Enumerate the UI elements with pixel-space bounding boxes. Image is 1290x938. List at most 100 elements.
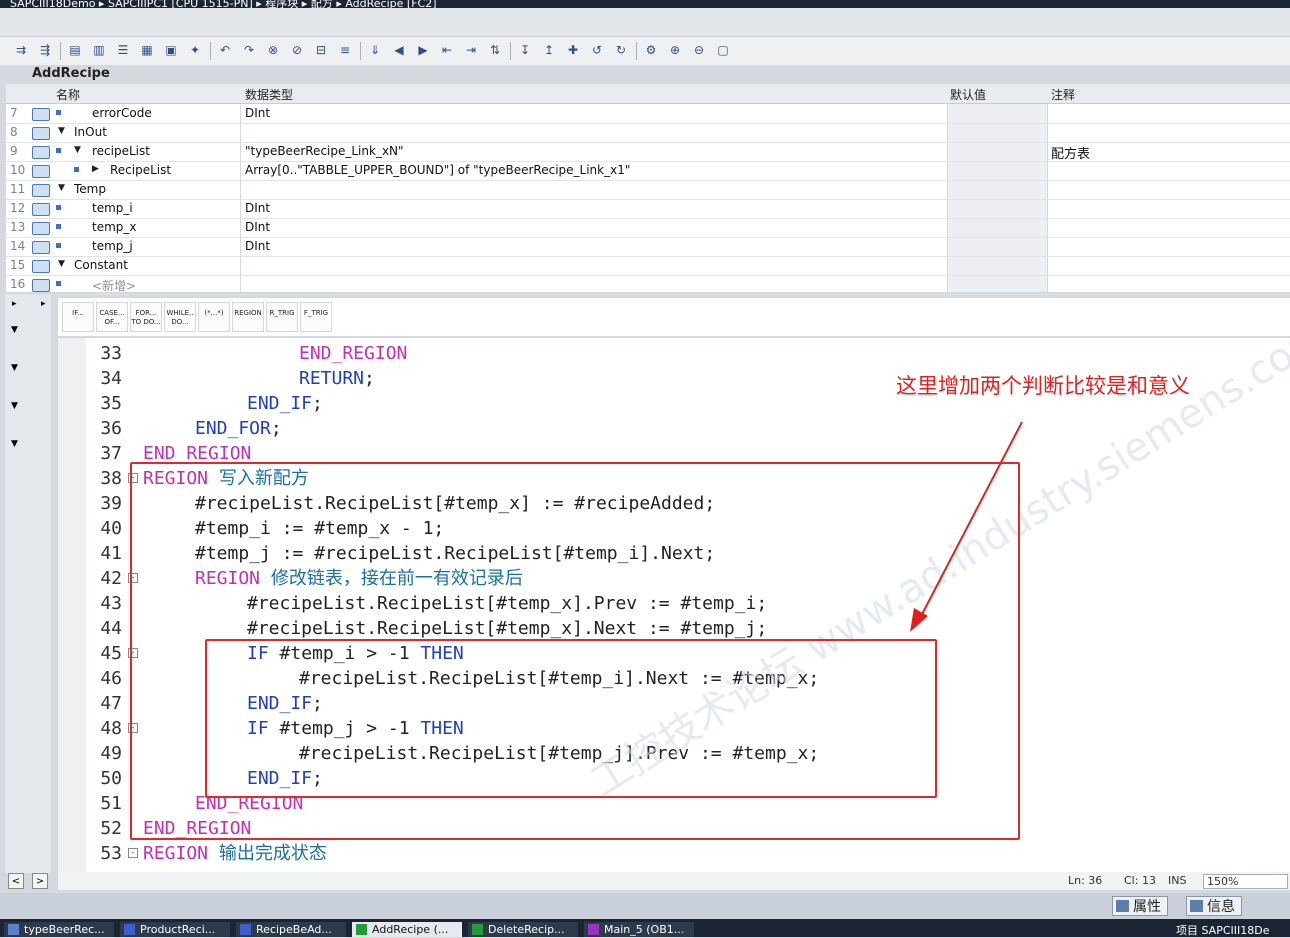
member-dot-icon [56, 243, 61, 248]
toolbar-button-icon[interactable]: ≡ [336, 41, 354, 59]
line-number: 38 [100, 468, 122, 489]
interface-row[interactable]: 16 <新增> [6, 275, 1290, 295]
chevron-down-icon[interactable]: ▼ [11, 325, 18, 335]
row-number: 13 [10, 220, 26, 234]
code-line[interactable]: 53- REGION 输出完成状态 [58, 841, 1290, 866]
interface-row[interactable]: 15 ▼ Constant [6, 256, 1290, 276]
properties-icon [1116, 900, 1129, 912]
scl-button[interactable]: R_TRIG [266, 302, 298, 332]
interface-row[interactable]: 13 temp_x DInt [6, 218, 1290, 238]
toolbar-button-icon[interactable]: ⊕ [666, 41, 684, 59]
interface-row[interactable]: 9 ▼ recipeList "typeBeerRecipe_Link_xN" 配方表 [6, 142, 1290, 162]
toolbar-button-icon[interactable]: ⊟ [312, 41, 330, 59]
tab-info[interactable]: 信息 [1186, 896, 1242, 916]
interface-row[interactable]: 14 temp_j DInt [6, 237, 1290, 257]
block-icon [124, 924, 135, 935]
interface-row[interactable]: 8 ▼ InOut [6, 123, 1290, 143]
toolbar-button-icon[interactable]: ▥ [90, 41, 108, 59]
fold-toggle-icon[interactable]: - [128, 848, 138, 858]
toolbar-button-icon[interactable]: ▣ [162, 41, 180, 59]
interface-row[interactable]: 11 ▼ Temp [6, 180, 1290, 200]
collapse-icon[interactable]: ▼ [58, 126, 65, 136]
code-line[interactable]: 33 END_REGION [58, 341, 1290, 366]
line-number: 41 [100, 543, 122, 564]
toolbar-button-icon[interactable]: ↶ [216, 41, 234, 59]
toolbar-button-icon[interactable]: ⇥ [462, 41, 480, 59]
scroll-left-icon[interactable]: < [8, 873, 24, 889]
project-indicator[interactable]: 项目 SAPCIII18De [1176, 922, 1270, 938]
taskbar-item[interactable]: Main_5 (OB1... [584, 922, 694, 937]
toolbar-button-icon[interactable]: ⊖ [690, 41, 708, 59]
scl-button-sublabel: TO DO... [131, 318, 161, 326]
toolbar-button-icon[interactable]: ⚙ [642, 41, 660, 59]
chevron-down-icon[interactable]: ▼ [11, 363, 18, 373]
header-datatype[interactable]: 数据类型 [245, 86, 293, 103]
taskbar-item-label: RecipeBeAd... [256, 923, 332, 936]
taskbar-item[interactable]: ProductReci... [120, 922, 230, 937]
line-number: 51 [100, 793, 122, 814]
parameter-icon [32, 108, 50, 121]
header-name[interactable]: 名称 [56, 86, 80, 103]
annotation-text: 这里增加两个判断比较是和意义 [896, 374, 1190, 398]
toolbar-button-icon[interactable]: ▶ [414, 41, 432, 59]
interface-row[interactable]: 12 temp_i DInt [6, 199, 1290, 219]
scl-button[interactable]: WHILE.. DO... [164, 302, 196, 332]
zoom-select[interactable]: 150% [1203, 874, 1288, 889]
scl-button[interactable]: REGION [232, 302, 264, 332]
arrow-right-icon[interactable]: ▸ [12, 299, 17, 309]
taskbar-item[interactable]: typeBeerRec... [4, 922, 114, 937]
taskbar-item[interactable]: DeleteRecip... [468, 922, 578, 937]
toolbar-button-icon[interactable]: ⇉ [12, 41, 30, 59]
interface-table: 名称 数据类型 默认值 注释 7 errorCode DInt 8 ▼ InOut 9 ▼ re… [6, 84, 1290, 295]
toolbar-button-icon[interactable]: ↻ [612, 41, 630, 59]
toolbar-button-icon[interactable]: ⊘ [288, 41, 306, 59]
toolbar-button-icon[interactable]: ⇓ [366, 41, 384, 59]
interface-row[interactable]: 10 ▶ RecipeList Array[0.."TABBLE_UPPER_BOUN… [6, 161, 1290, 181]
expand-icon[interactable]: ▶ [92, 164, 99, 174]
arrow-right-icon[interactable]: ▸ [41, 299, 46, 309]
toolbar-button-icon[interactable]: ↷ [240, 41, 258, 59]
toolbar-button-icon[interactable]: ✦ [186, 41, 204, 59]
toolbar-button-icon[interactable]: ▢ [714, 41, 732, 59]
toolbar-button-icon[interactable]: ↺ [588, 41, 606, 59]
toolbar-button-icon[interactable]: ⇤ [438, 41, 456, 59]
header-default[interactable]: 默认值 [950, 86, 986, 103]
taskbar-item[interactable]: AddRecipe (... [352, 922, 462, 937]
toolbar-button-icon[interactable]: ⇅ [486, 41, 504, 59]
toolbar-button-icon[interactable]: ⇶ [36, 41, 54, 59]
collapse-icon[interactable]: ▼ [74, 145, 81, 155]
toolbar-button-icon[interactable]: ◀ [390, 41, 408, 59]
block-name: AddRecipe [32, 66, 110, 81]
member-dot-icon [74, 167, 79, 172]
interface-row[interactable]: 7 errorCode DInt [6, 104, 1290, 124]
toolbar-button-icon[interactable]: ↧ [516, 41, 534, 59]
collapse-icon[interactable]: ▼ [58, 183, 65, 193]
toolbar-button-icon[interactable]: ↥ [540, 41, 558, 59]
scl-button[interactable]: IF... [62, 302, 94, 332]
toolbar-button-icon[interactable]: ✚ [564, 41, 582, 59]
chevron-down-icon[interactable]: ▼ [11, 439, 18, 449]
toolbar-button-icon[interactable]: ☰ [114, 41, 132, 59]
header-comment[interactable]: 注释 [1051, 86, 1075, 103]
taskbar-item[interactable]: RecipeBeAd... [236, 922, 346, 937]
window-title: SAPCIII18Demo ▸ SAPCIIIPC1 [CPU 1515-PN]… [10, 0, 437, 8]
scl-button[interactable]: FOR... TO DO... [130, 302, 162, 332]
scroll-right-icon[interactable]: > [32, 873, 48, 889]
tab-properties[interactable]: 属性 [1112, 896, 1168, 916]
scl-button[interactable]: (*...*) [198, 302, 230, 332]
toolbar-button-icon[interactable]: ▤ [66, 41, 84, 59]
row-name: InOut [74, 125, 107, 139]
scl-button[interactable]: F_TRIG [300, 302, 332, 332]
interface-header: 名称 数据类型 默认值 注释 [6, 84, 1290, 104]
toolbar-button-icon[interactable]: ⊗ [264, 41, 282, 59]
collapse-icon[interactable]: ▼ [58, 259, 65, 269]
toolbar-separator [510, 42, 511, 60]
toolbar-button-icon[interactable]: ▦ [138, 41, 156, 59]
horizontal-scroll[interactable]: < > [8, 873, 48, 889]
chevron-down-icon[interactable]: ▼ [11, 401, 18, 411]
scl-button[interactable]: CASE... OF... [96, 302, 128, 332]
taskbar-item-label: ProductReci... [140, 923, 216, 936]
code-token: END_IF [247, 393, 313, 414]
code-token: RETURN [299, 368, 365, 389]
scl-button-label: (*...*) [204, 309, 224, 317]
